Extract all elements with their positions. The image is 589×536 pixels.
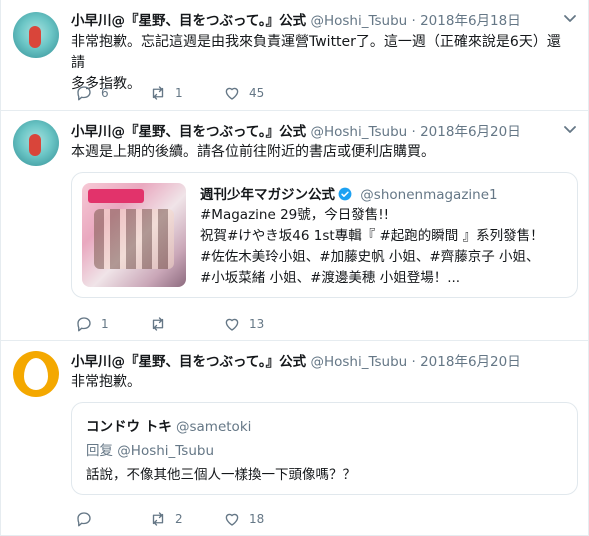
verified-icon [338,187,352,201]
tweet-date[interactable]: · 2018年6月20日 [412,124,521,140]
quoted-author-handle: @sametoki [176,419,252,435]
tweet-actions: 2 18 [75,510,297,528]
like-button[interactable]: 13 [223,315,297,333]
reply-icon [77,512,91,527]
tweet-header: 小早川@『星野、目をつぶって。』公式 @Hoshi_Tsubu · 2018年6… [71,120,548,140]
reply-label: 回复 [86,443,113,459]
quoted-tweet-image[interactable] [82,183,186,287]
retweet-button[interactable] [149,315,223,333]
tweet-text-line: 非常抱歉。忘記這週是由我來負責運營Twitter了。這一週（正確來說是6天）還請 [71,34,561,71]
quoted-tweet-text: #Magazine 29號，今日發售!! 祝賀#けやき坂46 1st專輯『 #起… [200,205,544,289]
tweet-header: 小早川@『星野、目をつぶって。』公式 @Hoshi_Tsubu · 2018年6… [71,350,548,370]
author-name[interactable]: 小早川@『星野、目をつぶって。』公式 [71,354,306,370]
chevron-down-icon[interactable] [562,121,578,137]
author-handle[interactable]: @Hoshi_Tsubu [310,124,407,140]
quoted-tweet-header: コンドウ トキ @sametoki [86,415,251,435]
tweet-actions: 6 1 45 [75,84,297,102]
reply-to-handle[interactable]: @Hoshi_Tsubu [117,443,214,459]
reply-icon [77,317,91,332]
timeline: 小早川@『星野、目をつぶって。』公式 @Hoshi_Tsubu · 2018年6… [0,0,589,536]
like-count: 18 [249,512,265,526]
tweet-actions: 1 13 [75,315,297,333]
tweet[interactable]: 小早川@『星野、目をつぶって。』公式 @Hoshi_Tsubu · 2018年6… [1,111,588,341]
avatar[interactable] [13,12,59,58]
tweet-header: 小早川@『星野、目をつぶって。』公式 @Hoshi_Tsubu · 2018年6… [71,9,548,29]
author-name[interactable]: 小早川@『星野、目をつぶって。』公式 [71,13,306,29]
like-button[interactable]: 45 [223,84,297,102]
reply-icon [77,86,91,101]
reply-button[interactable]: 6 [75,84,149,102]
tweet-text: 本週是上期的後續。請各位前往附近的書店或便利店購買。 [71,144,435,160]
tweet-date[interactable]: · 2018年6月18日 [412,13,521,29]
retweet-icon [152,317,164,331]
quoted-reply-context: 回复 @Hoshi_Tsubu [86,439,214,459]
retweet-icon [152,86,164,100]
tweet[interactable]: 小早川@『星野、目をつぶって。』公式 @Hoshi_Tsubu · 2018年6… [1,0,588,111]
quoted-text-line: #佐佐木美玲小姐、#加藤史帆 小姐、#齊藤京子 小姐、 [200,249,540,265]
quoted-text-line: 祝賀#けやき坂46 1st專輯『 #起跑的瞬間 』系列發售！ [200,228,544,244]
reply-button[interactable] [75,510,149,528]
quoted-tweet-text: 話說，不像其他三個人一樣換一下頭像嗎？？ [86,467,356,483]
chevron-down-icon[interactable] [562,10,578,26]
like-icon [225,513,239,526]
retweet-count: 2 [175,512,183,526]
reply-button[interactable]: 1 [75,315,149,333]
quoted-text-line: #Magazine 29號，今日發售!! [200,207,390,223]
tweet-text: 非常抱歉。 [71,374,141,390]
retweet-button[interactable]: 1 [149,84,223,102]
like-count: 45 [249,86,265,100]
author-handle[interactable]: @Hoshi_Tsubu [310,13,407,29]
reply-count: 6 [101,86,109,100]
quoted-author-name: コンドウ トキ [86,419,172,435]
quoted-author-handle: @shonenmagazine1 [360,187,498,203]
quoted-tweet-header: 週刊少年マガジン公式 @shonenmagazine1 [200,183,498,203]
like-icon [225,318,239,331]
avatar[interactable] [13,120,59,166]
quoted-text-line: #小坂菜緒 小姐、#渡邊美穂 小姐登場！... [200,270,461,286]
reply-count: 1 [101,317,109,331]
quoted-tweet-card[interactable]: 週刊少年マガジン公式 @shonenmagazine1 #Magazine 29… [71,172,578,298]
quoted-author-name: 週刊少年マガジン公式 [200,187,335,203]
quoted-tweet-card[interactable]: コンドウ トキ @sametoki 回复 @Hoshi_Tsubu 話說，不像其… [71,402,578,495]
like-icon [225,87,239,100]
author-handle[interactable]: @Hoshi_Tsubu [310,354,407,370]
like-count: 13 [249,317,265,331]
retweet-button[interactable]: 2 [149,510,223,528]
author-name[interactable]: 小早川@『星野、目をつぶって。』公式 [71,124,306,140]
tweet-date[interactable]: · 2018年6月20日 [412,354,521,370]
like-button[interactable]: 18 [223,510,297,528]
retweet-icon [152,512,164,526]
retweet-count: 1 [175,86,183,100]
avatar[interactable] [13,351,59,397]
tweet[interactable]: 小早川@『星野、目をつぶって。』公式 @Hoshi_Tsubu · 2018年6… [1,341,588,536]
